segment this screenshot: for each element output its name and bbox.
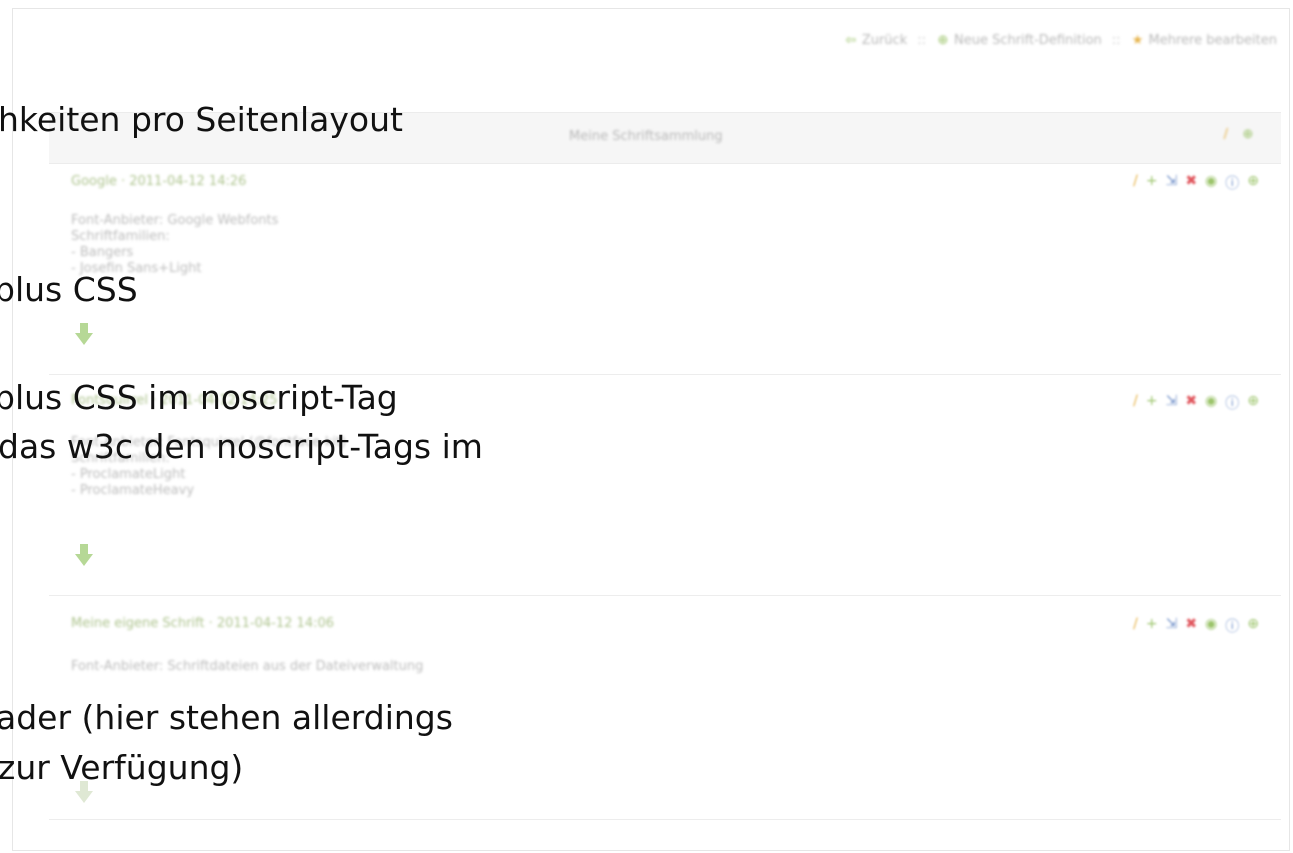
entry-divider [49,374,1281,375]
entry-title[interactable]: Meine eigene Schrift · 2011-04-12 14:06 [71,616,334,631]
entry-divider [49,819,1281,820]
overlay-text-line: das w3c den noscript-Tags im [0,427,483,466]
edit-pencil-icon[interactable]: / [1133,393,1138,413]
star-icon: ★ [1131,32,1144,48]
add-icon[interactable]: + [1146,393,1158,413]
move-down-arrow-icon[interactable] [73,321,95,347]
entry-details: Font-Anbieter: Google Webfonts Schriftfa… [71,213,279,276]
overlay-text-line: zur Verfügung) [0,748,244,787]
add-circle-icon: ⊕ [937,32,949,48]
overlay-text-line: ader (hier stehen allerdings [0,698,453,737]
entry-actions: / + ⇲ ✖ ◉ ⓘ ⊕ [1133,173,1259,193]
view-eye-icon[interactable]: ◉ [1205,393,1217,413]
top-navigation: ⇦ Zurück :: ⊕ Neue Schrift-Definition :: ★… [844,33,1277,48]
delete-icon[interactable]: ✖ [1185,393,1197,413]
info-icon[interactable]: ⓘ [1225,616,1239,636]
entry-title[interactable]: Google · 2011-04-12 14:26 [71,174,246,189]
entry-actions: / + ⇲ ✖ ◉ ⓘ ⊕ [1133,393,1259,413]
overlay-text-line: plus CSS [0,270,138,309]
add-circle-icon[interactable]: ⊕ [1241,127,1255,142]
new-font-definition-link[interactable]: ⊕ Neue Schrift-Definition [936,33,1102,48]
back-arrow-icon: ⇦ [845,32,857,48]
delete-icon[interactable]: ✖ [1185,616,1197,636]
info-icon[interactable]: ⓘ [1225,393,1239,413]
view-eye-icon[interactable]: ◉ [1205,173,1217,193]
header-actions: / ⊕ [1219,127,1259,142]
edit-pencil-icon[interactable]: / [1133,173,1138,193]
entry-actions: / + ⇲ ✖ ◉ ⓘ ⊕ [1133,616,1259,636]
add-icon[interactable]: + [1146,173,1158,193]
add-circle-icon[interactable]: ⊕ [1247,173,1259,193]
edit-pencil-icon[interactable]: / [1219,127,1233,142]
delete-icon[interactable]: ✖ [1185,173,1197,193]
move-icon[interactable]: ⇲ [1166,616,1178,636]
nav-separator: :: [917,33,926,48]
overlay-text-line: hkeiten pro Seitenlayout [0,100,403,139]
back-link[interactable]: ⇦ Zurück [844,33,907,48]
nav-separator: :: [1111,33,1121,48]
add-circle-icon[interactable]: ⊕ [1247,616,1259,636]
move-icon[interactable]: ⇲ [1166,393,1178,413]
add-icon[interactable]: + [1146,616,1158,636]
edit-multiple-link[interactable]: ★ Mehrere bearbeiten [1131,33,1277,48]
collection-title: Meine Schriftsammlung [569,129,723,144]
move-icon[interactable]: ⇲ [1166,173,1178,193]
view-eye-icon[interactable]: ◉ [1205,616,1217,636]
entry-divider [49,595,1281,596]
add-circle-icon[interactable]: ⊕ [1247,393,1259,413]
move-down-arrow-icon[interactable] [73,542,95,568]
edit-pencil-icon[interactable]: / [1133,616,1138,636]
overlay-text-line: plus CSS im noscript-Tag [0,378,398,417]
info-icon[interactable]: ⓘ [1225,173,1239,193]
entry-details: Font-Anbieter: Schriftdateien aus der Da… [71,659,424,674]
